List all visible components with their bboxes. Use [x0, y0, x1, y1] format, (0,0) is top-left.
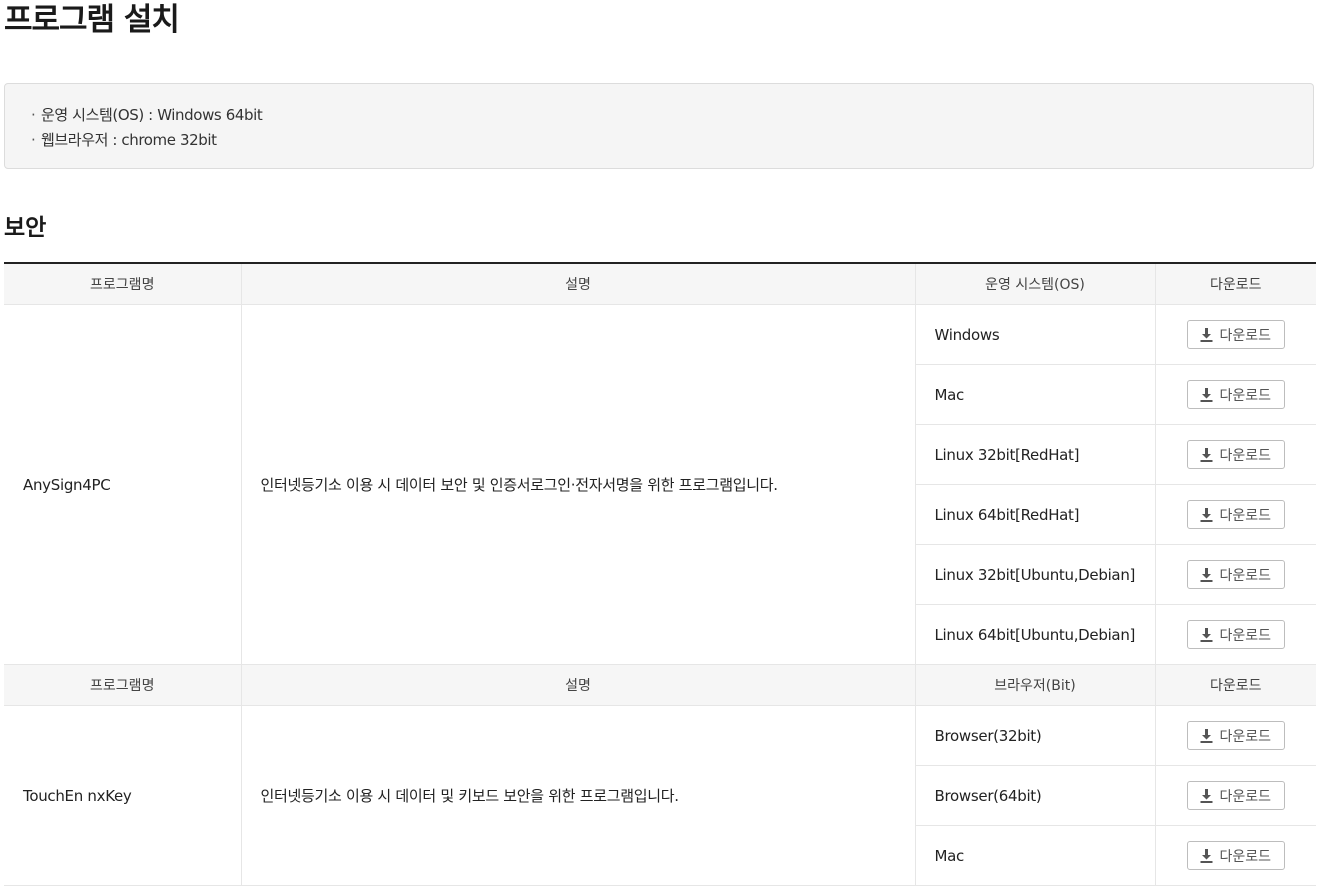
- download-button-label: 다운로드: [1219, 627, 1272, 644]
- header-program-name: 프로그램명: [4, 664, 241, 706]
- download-button[interactable]: 다운로드: [1186, 500, 1285, 529]
- header-program-name: 프로그램명: [4, 263, 241, 305]
- program-description: 인터넷등기소 이용 시 데이터 및 키보드 보안을 위한 프로그램입니다.: [240, 705, 915, 886]
- info-line-os: · 운영 시스템(OS) : Windows 64bit: [31, 103, 1313, 128]
- download-cell: 다운로드: [1154, 705, 1316, 766]
- download-icon: [1200, 507, 1213, 522]
- download-icon: [1200, 327, 1213, 342]
- os-label: Linux 64bit[RedHat]: [914, 484, 1155, 545]
- download-button[interactable]: 다운로드: [1186, 560, 1285, 589]
- bullet: ·: [31, 131, 36, 149]
- info-browser-text: 웹브라우저 : chrome 32bit: [41, 131, 217, 149]
- table-row: TouchEn nxKey 인터넷등기소 이용 시 데이터 및 키보드 보안을 위…: [4, 705, 1316, 886]
- download-cell: 다운로드: [1154, 304, 1316, 365]
- header-os: 운영 시스템(OS): [914, 263, 1155, 305]
- download-icon: [1200, 728, 1213, 743]
- os-label: Linux 64bit[Ubuntu,Debian]: [914, 604, 1155, 665]
- system-info-box: · 운영 시스템(OS) : Windows 64bit · 웹브라우저 : chr…: [4, 83, 1314, 169]
- info-line-browser: · 웹브라우저 : chrome 32bit: [31, 128, 1313, 153]
- table-row: AnySign4PC 인터넷등기소 이용 시 데이터 보안 및 인증서로그인·전자…: [4, 304, 1316, 665]
- download-button[interactable]: 다운로드: [1186, 320, 1285, 349]
- download-button-label: 다운로드: [1219, 327, 1272, 344]
- bullet: ·: [31, 106, 36, 124]
- header-os: 브라우저(Bit): [914, 664, 1155, 706]
- header-download: 다운로드: [1154, 664, 1316, 706]
- download-button[interactable]: 다운로드: [1186, 440, 1285, 469]
- download-button[interactable]: 다운로드: [1186, 380, 1285, 409]
- header-description: 설명: [240, 664, 915, 706]
- download-table-body: 프로그램명 설명 운영 시스템(OS) 다운로드 AnySign4PC 인터넷등기소 이용…: [4, 263, 1316, 886]
- download-icon: [1200, 567, 1213, 582]
- download-button[interactable]: 다운로드: [1186, 841, 1285, 870]
- download-icon: [1200, 788, 1213, 803]
- program-name: AnySign4PC: [4, 304, 241, 665]
- download-cell: 다운로드: [1154, 484, 1316, 545]
- download-cell: 다운로드: [1154, 825, 1316, 886]
- table-header-row: 프로그램명 설명 브라우저(Bit) 다운로드: [4, 664, 1316, 706]
- os-label: Linux 32bit[RedHat]: [914, 424, 1155, 485]
- download-button-label: 다운로드: [1219, 728, 1272, 745]
- os-label: Browser(32bit): [914, 705, 1155, 766]
- download-cell: 다운로드: [1154, 765, 1316, 826]
- table-header-row: 프로그램명 설명 운영 시스템(OS) 다운로드: [4, 263, 1316, 305]
- header-download: 다운로드: [1154, 263, 1316, 305]
- download-icon: [1200, 627, 1213, 642]
- download-button[interactable]: 다운로드: [1186, 781, 1285, 810]
- download-icon: [1200, 447, 1213, 462]
- download-cell: 다운로드: [1154, 544, 1316, 605]
- download-button-label: 다운로드: [1219, 387, 1272, 404]
- os-label: Browser(64bit): [914, 765, 1155, 826]
- download-button-label: 다운로드: [1219, 848, 1272, 865]
- info-os-text: 운영 시스템(OS) : Windows 64bit: [41, 106, 263, 124]
- section-title: 보안: [4, 215, 47, 241]
- download-icon: [1200, 848, 1213, 863]
- download-button-label: 다운로드: [1219, 447, 1272, 464]
- os-label: Mac: [914, 364, 1155, 425]
- download-cell: 다운로드: [1154, 604, 1316, 665]
- download-cell: 다운로드: [1154, 424, 1316, 485]
- os-label: Linux 32bit[Ubuntu,Debian]: [914, 544, 1155, 605]
- download-button-label: 다운로드: [1219, 788, 1272, 805]
- program-description: 인터넷등기소 이용 시 데이터 보안 및 인증서로그인·전자서명을 위한 프로그…: [240, 304, 915, 665]
- download-button[interactable]: 다운로드: [1186, 620, 1285, 649]
- download-button[interactable]: 다운로드: [1186, 721, 1285, 750]
- download-cell: 다운로드: [1154, 364, 1316, 425]
- page-title: 프로그램 설치: [4, 2, 180, 38]
- download-icon: [1200, 387, 1213, 402]
- download-button-label: 다운로드: [1219, 507, 1272, 524]
- os-label: Mac: [914, 825, 1155, 886]
- download-table: 프로그램명 설명 운영 시스템(OS) 다운로드 AnySign4PC 인터넷등기소 이용…: [4, 262, 1316, 886]
- download-button-label: 다운로드: [1219, 567, 1272, 584]
- header-description: 설명: [240, 263, 915, 305]
- program-name: TouchEn nxKey: [4, 705, 241, 886]
- os-label: Windows: [914, 304, 1155, 365]
